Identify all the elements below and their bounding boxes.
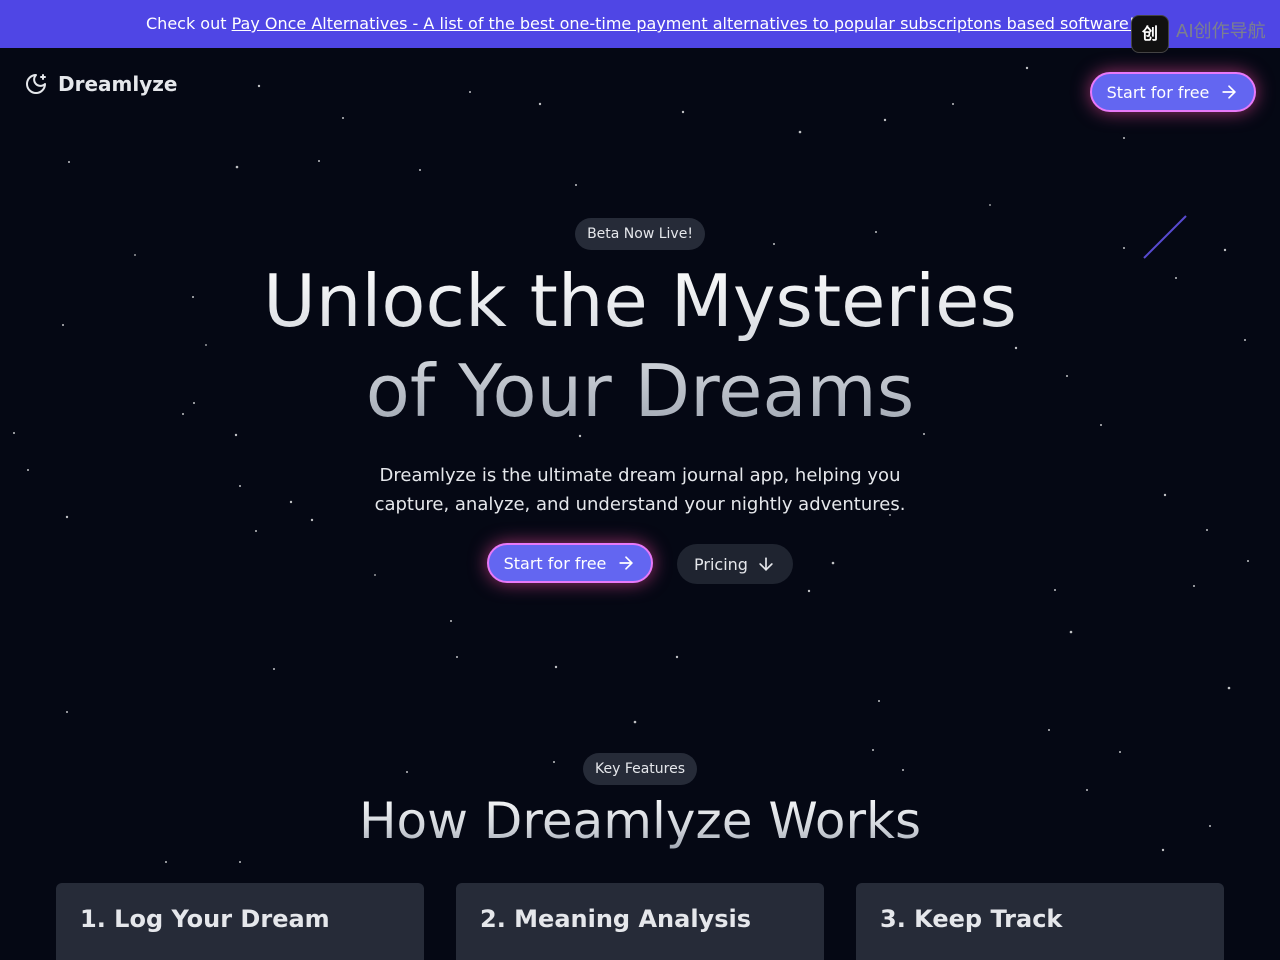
watermark-logo: 创 (1131, 15, 1169, 53)
feature-card-title: 1. Log Your Dream (80, 905, 330, 933)
banner-prefix: Check out (146, 14, 232, 33)
feature-card-title: 3. Keep Track (880, 905, 1063, 933)
feature-card-track: 3. Keep Track (856, 883, 1224, 960)
hero-title: Unlock the Mysteries of Your Dreams (140, 256, 1140, 436)
hero-cta-label: Start for free (503, 553, 607, 573)
hero-title-line2: of Your Dreams (365, 349, 915, 433)
nav-start-for-free-button[interactable]: Start for free (1090, 72, 1256, 112)
hero-title-line1: Unlock the Mysteries (263, 259, 1017, 343)
moon-star-icon (24, 72, 48, 96)
pricing-button[interactable]: Pricing (677, 544, 793, 584)
pricing-label: Pricing (694, 554, 748, 574)
feature-card-log: 1. Log Your Dream (56, 883, 424, 960)
nav-cta-label: Start for free (1106, 82, 1210, 102)
arrow-right-icon (616, 553, 636, 573)
features-section-title: How Dreamlyze Works (240, 790, 1040, 852)
feature-card-title: 2. Meaning Analysis (480, 905, 751, 933)
banner-link[interactable]: Pay Once Alternatives - A list of the be… (232, 14, 1136, 33)
key-features-badge: Key Features (583, 753, 697, 785)
arrow-right-icon (1219, 82, 1239, 102)
hero-start-for-free-button[interactable]: Start for free (487, 543, 653, 583)
brand-logo[interactable]: Dreamlyze (24, 72, 177, 96)
hero-subtitle: Dreamlyze is the ultimate dream journal … (374, 465, 906, 515)
brand-name: Dreamlyze (58, 72, 178, 96)
announcement-banner: Check out Pay Once Alternatives - A list… (0, 0, 1280, 53)
feature-card-analysis: 2. Meaning Analysis (456, 883, 824, 960)
arrow-down-icon (756, 554, 776, 574)
watermark-text: AI创作导航 (1176, 21, 1266, 42)
beta-badge: Beta Now Live! (575, 218, 705, 250)
